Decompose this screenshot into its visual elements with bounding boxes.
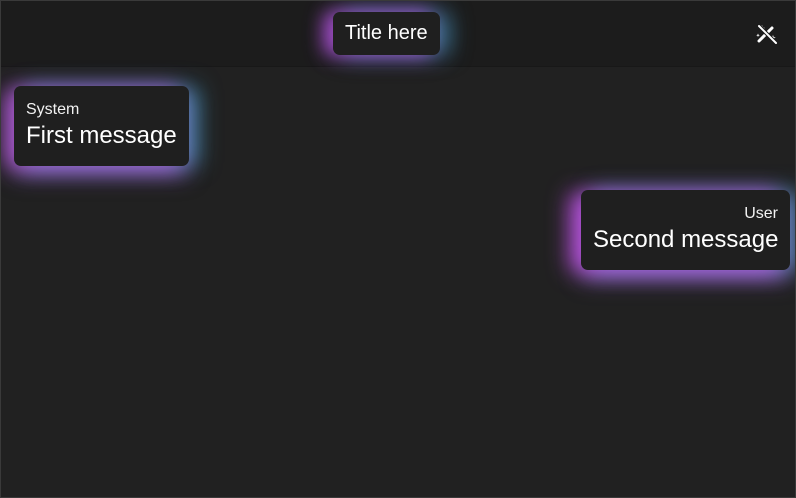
page-title-text: Title here [345,22,428,44]
message-text: Second message [593,226,779,253]
message-bubble-user: User Second message [581,190,790,270]
magic-wand-off-icon[interactable] [755,22,779,46]
page-title: Title here [333,12,440,55]
header-bar: Title here [1,1,795,66]
message-text: First message [26,122,177,149]
message-sender: User [744,205,778,222]
message-bubble-system: System First message [14,86,189,166]
magic-wand-off-icon-graphic [756,24,778,45]
message-sender: System [26,101,80,118]
app-window: Title here System First message User Sec… [0,0,796,498]
